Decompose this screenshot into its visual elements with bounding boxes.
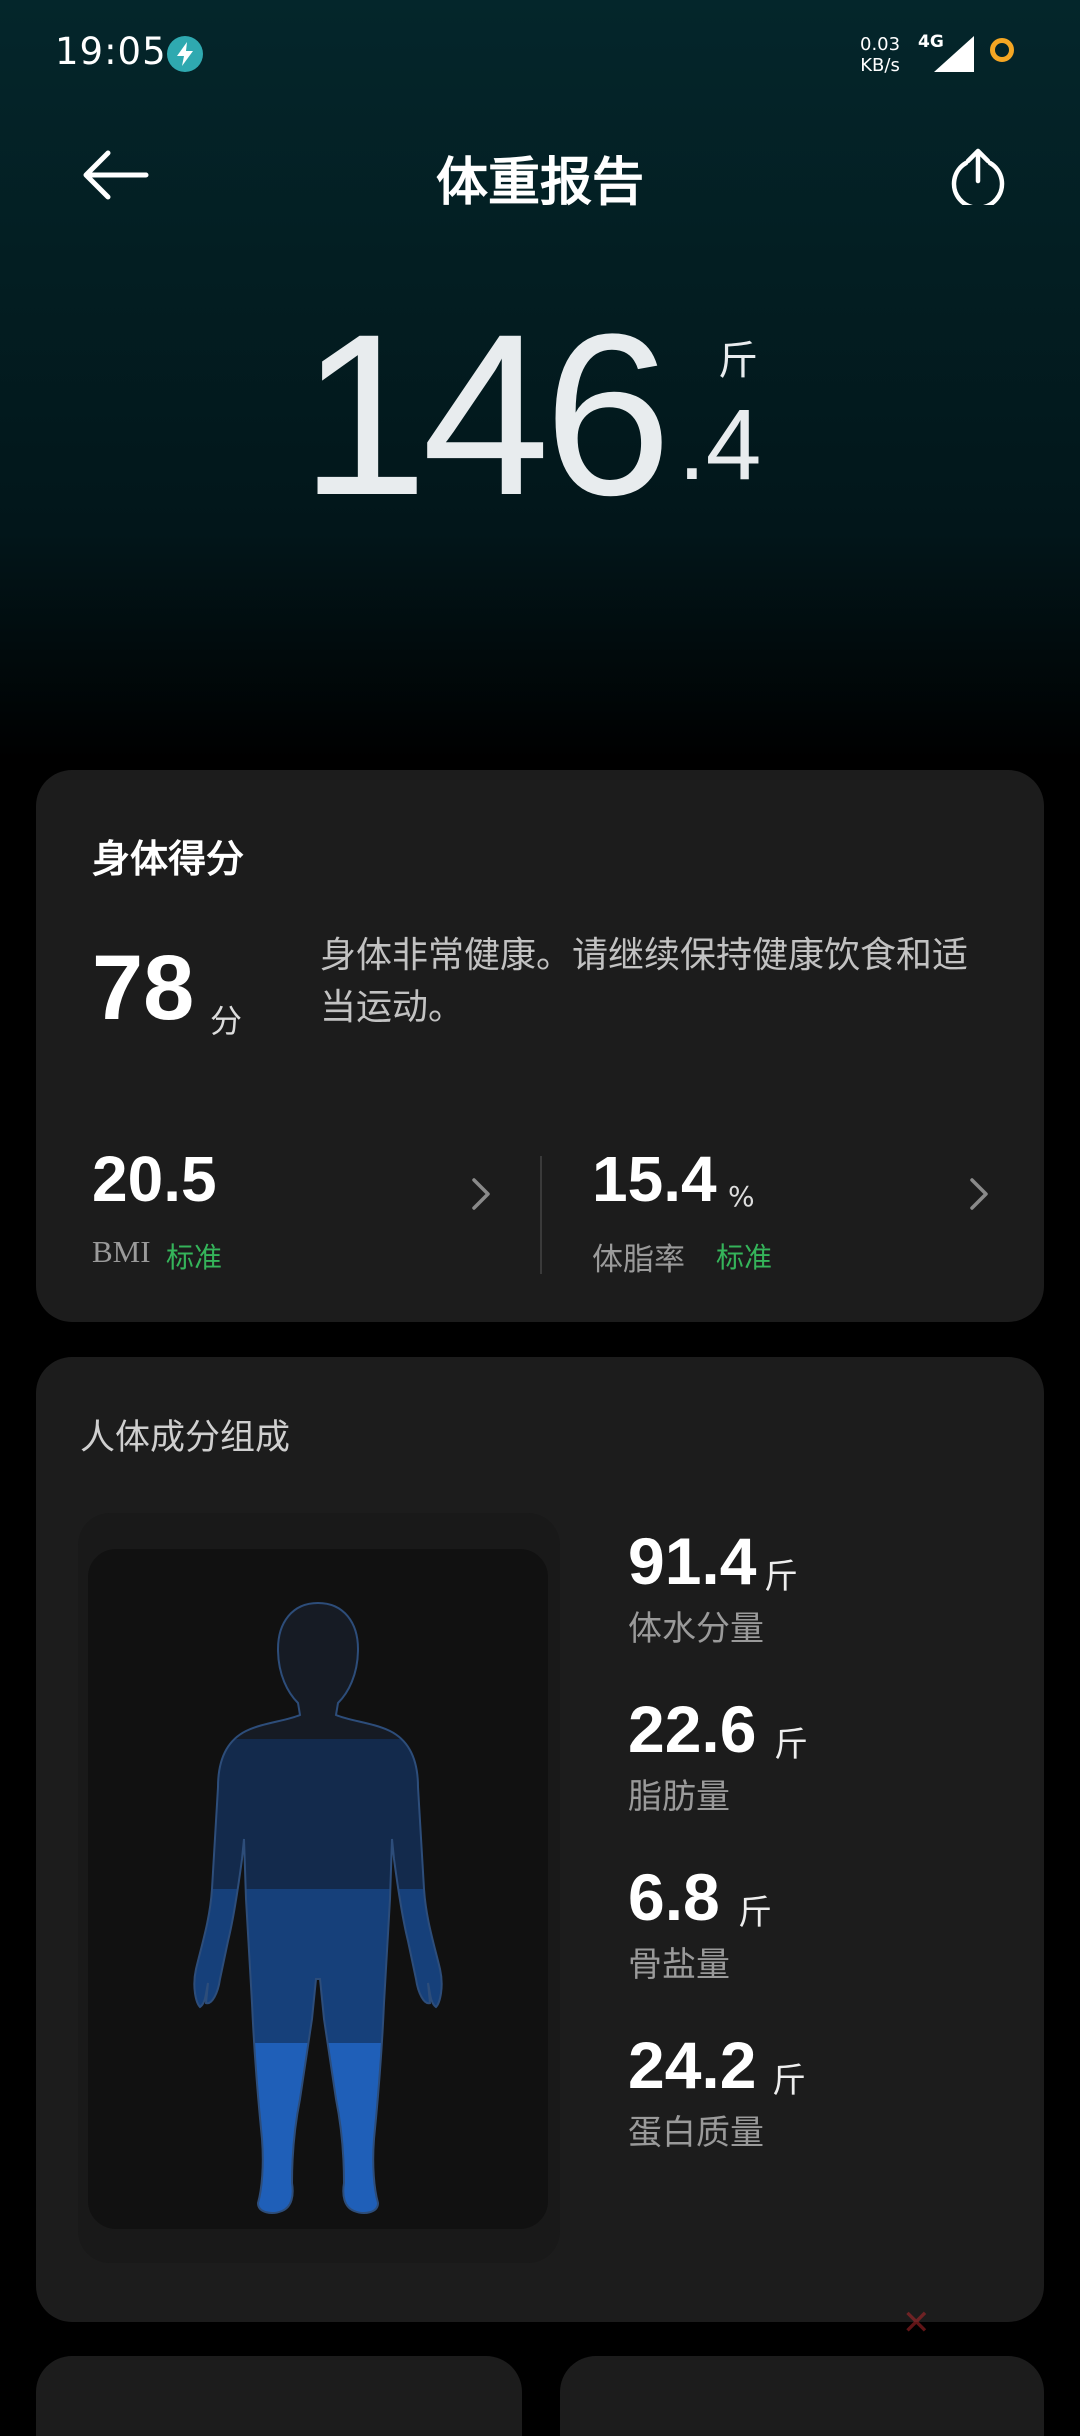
battery-ring-icon — [990, 38, 1014, 62]
status-bar: 19:05 0.03 KB/s 4G — [0, 0, 1080, 110]
weight-unit: 斤 — [718, 338, 758, 384]
body-fat-value: 15.4 — [592, 1143, 717, 1215]
composition-label: 脂肪量 — [628, 1777, 730, 1817]
body-figure-panel — [78, 1513, 560, 2263]
composition-label: 蛋白质量 — [628, 2113, 764, 2153]
human-body-figure-icon — [193, 1601, 443, 2214]
chevron-right-icon — [970, 1178, 988, 1210]
body-fat-status: 标准 — [716, 1241, 773, 1274]
next-card-left[interactable] — [36, 2356, 522, 2436]
composition-label: 体水分量 — [628, 1609, 764, 1649]
page-title: 体重报告 — [435, 153, 644, 213]
composition-value: 22.6 — [628, 1692, 757, 1766]
body-composition-card[interactable]: 人体成分组成 91.4 斤 体水分量 22.6 斤 脂肪量 6.8 斤 骨盐量 … — [36, 1357, 1044, 2322]
charging-bolt-icon — [167, 36, 203, 72]
bmi-value: 20.5 — [92, 1143, 217, 1215]
composition-value: 6.8 — [628, 1860, 720, 1934]
composition-value: 91.4 — [628, 1524, 757, 1598]
metric-divider — [540, 1156, 542, 1274]
composition-unit: 斤 — [774, 1725, 808, 1765]
composition-label: 骨盐量 — [628, 1945, 730, 1985]
composition-title: 人体成分组成 — [80, 1418, 291, 1458]
body-fat-label: 体脂率 — [592, 1242, 685, 1278]
body-score-card: 身体得分 78 分 身体非常健康。请继续保持健康饮食和适当运动。 20.5 BM… — [36, 770, 1044, 1322]
body-score-title: 身体得分 — [92, 837, 245, 881]
weight-decimal: .4 — [678, 389, 762, 501]
bmi-label: BMI — [92, 1234, 151, 1269]
weight-integer: 146 — [300, 286, 672, 543]
body-score-description: 身体非常健康。请继续保持健康饮食和适当运动。 — [320, 935, 969, 1028]
net-speed-value: 0.03 — [860, 34, 901, 55]
next-card-right[interactable] — [560, 2356, 1044, 2436]
composition-unit: 斤 — [764, 1557, 798, 1597]
composition-unit: 斤 — [738, 1893, 772, 1933]
watermark-logo: ✕ — [902, 2306, 1022, 2346]
composition-value: 24.2 — [628, 2028, 757, 2102]
composition-unit: 斤 — [772, 2061, 806, 2101]
share-upload-icon[interactable] — [948, 145, 1008, 205]
bmi-status: 标准 — [166, 1241, 223, 1274]
signal-icon — [934, 36, 974, 72]
body-score-value: 78 — [92, 937, 195, 1039]
status-time: 19:05 — [55, 30, 167, 73]
body-fat-unit: % — [728, 1180, 755, 1213]
net-speed: 0.03 KB/s — [860, 34, 900, 76]
net-speed-unit: KB/s — [860, 55, 900, 76]
body-score-unit: 分 — [210, 1002, 243, 1040]
chevron-right-icon — [472, 1178, 490, 1210]
watermark-logo-icon: ✕ — [902, 2303, 931, 2343]
